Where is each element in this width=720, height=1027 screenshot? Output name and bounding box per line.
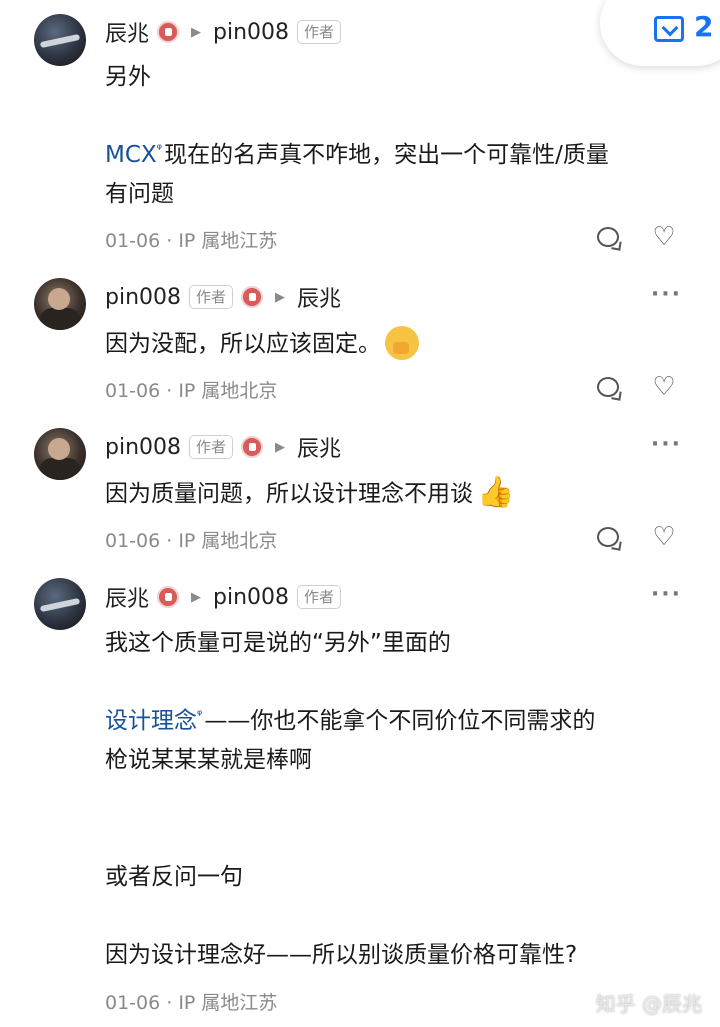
favorite-count: 2 bbox=[694, 10, 714, 43]
reply-to-username[interactable]: pin008 bbox=[213, 20, 289, 45]
comment-text: 我这个质量可是说的“另外”里面的 设计理念ᵠ——你也不能拿个不同价位不同需求的 … bbox=[105, 630, 596, 968]
reply-to-username[interactable]: 辰兆 bbox=[297, 431, 341, 463]
thumbs-up-icon: 👍 bbox=[477, 474, 515, 510]
author-tag: 作者 bbox=[189, 285, 234, 309]
reply-arrow-icon: ▶ bbox=[275, 439, 286, 455]
search-link[interactable]: MCX bbox=[105, 142, 157, 168]
medal-badge-icon bbox=[157, 586, 180, 608]
avatar[interactable] bbox=[34, 428, 86, 480]
comment-text: 因为没配，所以应该固定。 bbox=[105, 325, 680, 364]
avatar[interactable] bbox=[34, 278, 86, 330]
medal-badge-icon bbox=[241, 286, 264, 308]
username[interactable]: 辰兆 bbox=[105, 581, 149, 613]
username[interactable]: 辰兆 bbox=[105, 16, 149, 48]
reply-icon[interactable] bbox=[597, 377, 619, 397]
reply-to-username[interactable]: pin008 bbox=[213, 585, 289, 610]
more-icon[interactable]: ··· bbox=[651, 582, 682, 607]
hush-emoji-icon bbox=[385, 325, 419, 360]
more-icon[interactable]: ··· bbox=[651, 432, 682, 457]
comment-meta: 01-06 · IP 属地北京 bbox=[105, 530, 278, 552]
author-tag: 作者 bbox=[297, 585, 342, 609]
comment-text: 因为质量问题，所以设计理念不用谈 👍 bbox=[105, 474, 515, 510]
more-icon[interactable]: ··· bbox=[651, 282, 682, 307]
comment-meta: 01-06 · IP 属地北京 bbox=[105, 380, 278, 402]
watermark: 知乎 @辰兆 bbox=[595, 992, 702, 1016]
reply-arrow-icon: ▶ bbox=[191, 24, 202, 40]
comment-header: pin008 作者 ▶ 辰兆 bbox=[105, 431, 341, 463]
medal-badge-icon bbox=[241, 436, 264, 458]
comment-header: 辰兆 ▶ pin008 作者 bbox=[105, 16, 342, 48]
reply-arrow-icon: ▶ bbox=[191, 589, 202, 605]
search-icon: ᵠ bbox=[156, 142, 163, 157]
author-tag: 作者 bbox=[297, 20, 342, 44]
collection-icon bbox=[654, 16, 684, 42]
search-icon: ᵠ bbox=[197, 708, 203, 723]
author-tag: 作者 bbox=[189, 435, 234, 459]
favorite-button[interactable]: 2 bbox=[600, 0, 720, 66]
like-icon[interactable]: ♡ bbox=[651, 524, 677, 550]
like-icon[interactable]: ♡ bbox=[651, 374, 677, 400]
comment-text: 另外 MCXᵠ现在的名声真不咋地，突出一个可靠性/质量 有问题 bbox=[105, 64, 609, 207]
avatar[interactable] bbox=[34, 14, 86, 66]
comment-meta: 01-06 · IP 属地江苏 bbox=[105, 992, 278, 1014]
reply-icon[interactable] bbox=[597, 527, 619, 547]
like-icon[interactable]: ♡ bbox=[651, 224, 677, 250]
username[interactable]: pin008 bbox=[105, 285, 181, 310]
reply-arrow-icon: ▶ bbox=[275, 289, 286, 305]
comment-header: 辰兆 ▶ pin008 作者 bbox=[105, 581, 342, 613]
medal-badge-icon bbox=[157, 21, 180, 43]
search-link[interactable]: 设计理念 bbox=[105, 708, 197, 734]
username[interactable]: pin008 bbox=[105, 435, 181, 460]
comment-header: pin008 作者 ▶ 辰兆 bbox=[105, 281, 341, 313]
avatar[interactable] bbox=[34, 578, 86, 630]
reply-icon[interactable] bbox=[597, 227, 619, 247]
reply-to-username[interactable]: 辰兆 bbox=[297, 281, 341, 313]
comment-meta: 01-06 · IP 属地江苏 bbox=[105, 230, 278, 252]
